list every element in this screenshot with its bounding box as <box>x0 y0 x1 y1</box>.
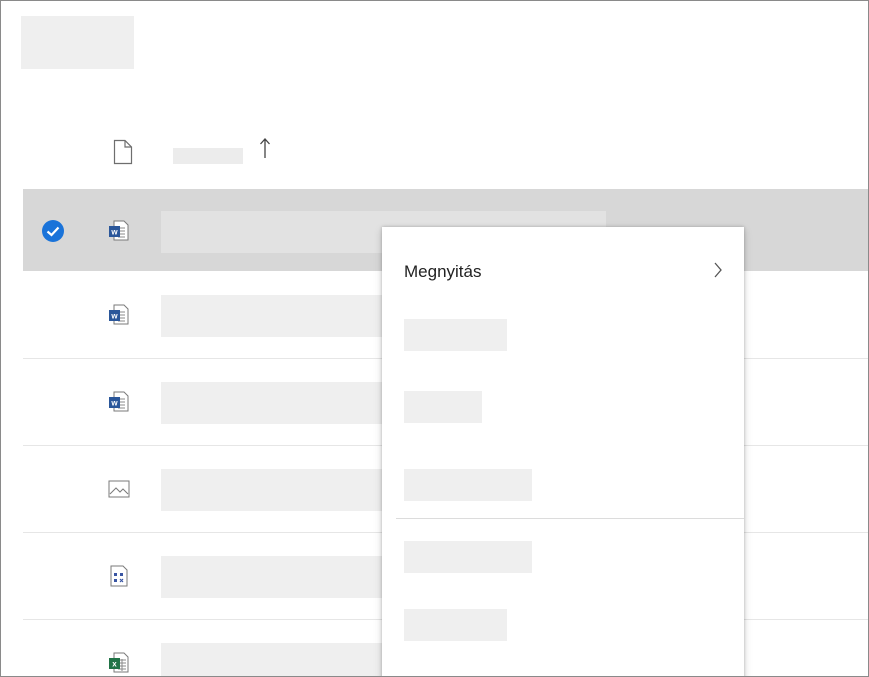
menu-item-open[interactable]: Megnyitás <box>382 247 744 297</box>
svg-text:w: w <box>110 399 118 408</box>
menu-item-open-label: Megnyitás <box>404 262 482 281</box>
menu-item-placeholder[interactable] <box>404 609 507 641</box>
file-type-column-icon[interactable] <box>113 139 133 165</box>
menu-divider <box>396 518 744 519</box>
svg-text:x: x <box>112 660 117 669</box>
image-icon <box>108 480 130 498</box>
arrow-up-icon[interactable] <box>259 136 271 160</box>
menu-item-placeholder[interactable] <box>404 541 532 573</box>
menu-item-placeholder[interactable] <box>404 469 532 501</box>
word-doc-icon: w <box>109 304 129 325</box>
selected-checkmark-icon[interactable] <box>41 219 65 243</box>
library-title-placeholder <box>21 16 134 69</box>
word-doc-icon: w <box>109 220 129 241</box>
svg-text:w: w <box>110 228 118 237</box>
excel-sheet-icon: x <box>109 652 129 673</box>
menu-item-placeholder[interactable] <box>404 391 482 423</box>
menu-item-placeholder[interactable] <box>404 319 507 351</box>
visio-diagram-icon <box>110 565 128 587</box>
context-menu: Megnyitás <box>382 227 744 676</box>
name-column-header-placeholder[interactable] <box>173 148 243 164</box>
chevron-right-icon <box>714 262 722 278</box>
list-header <box>1 126 868 184</box>
app-window: w w w x Megnyitás <box>0 0 869 677</box>
word-doc-icon: w <box>109 391 129 412</box>
svg-text:w: w <box>110 312 118 321</box>
